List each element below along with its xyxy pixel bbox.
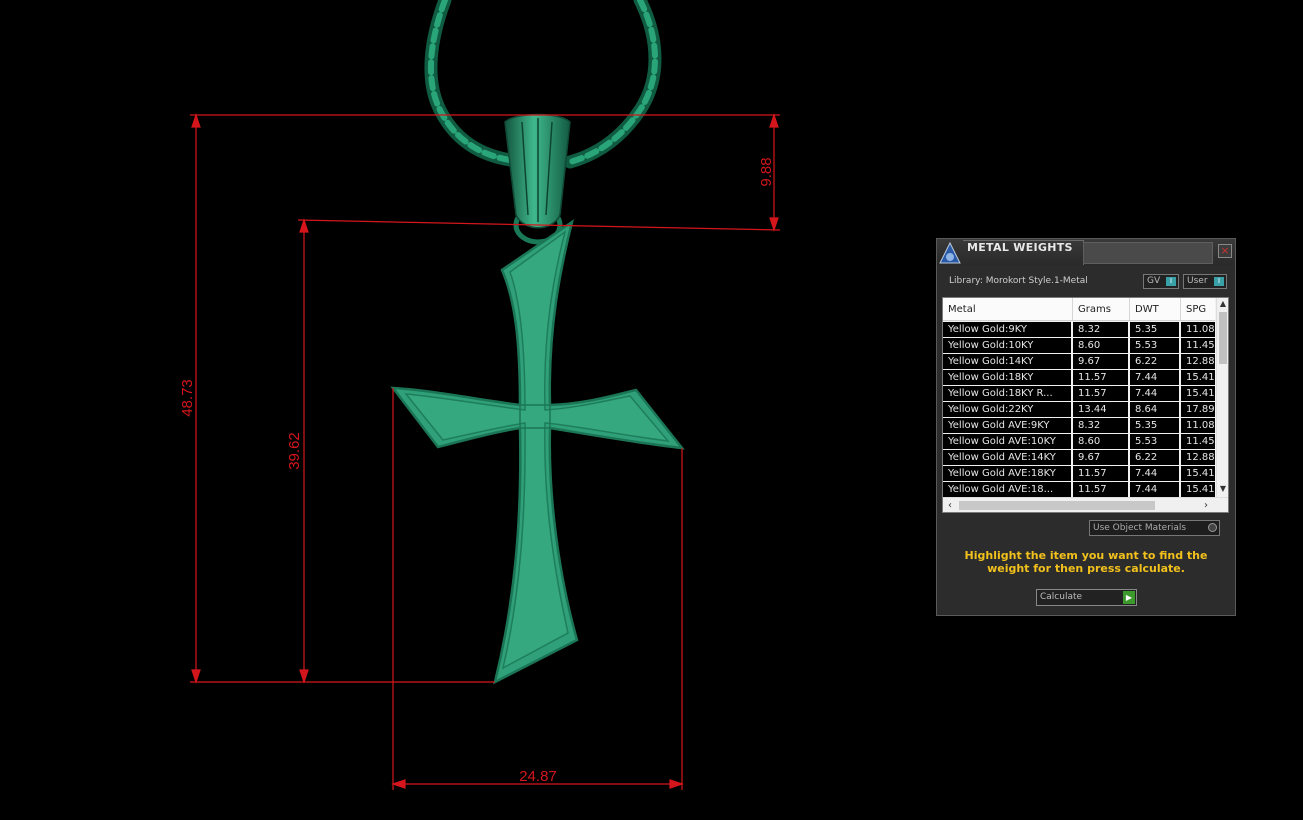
metal-cell: Yellow Gold AVE:14KY	[943, 450, 1071, 465]
grams-cell: 8.60	[1073, 338, 1128, 353]
spg-cell: 15.41	[1181, 466, 1215, 481]
scroll-down-icon[interactable]: ▼	[1217, 483, 1228, 495]
metal-cell: Yellow Gold:9KY	[943, 322, 1071, 337]
dwt-cell: 7.44	[1130, 482, 1179, 497]
table-row[interactable]: Yellow Gold:18KY R... 11.57 7.44 15.41	[943, 385, 1215, 401]
calculate-button[interactable]: Calculate ▶	[1036, 589, 1137, 606]
dwt-cell: 6.22	[1130, 354, 1179, 369]
metal-cell: Yellow Gold AVE:18KY	[943, 466, 1071, 481]
gv-toggle-label: GV	[1147, 276, 1161, 286]
spg-cell: 17.89	[1181, 402, 1215, 417]
use-object-materials-label: Use Object Materials	[1093, 523, 1187, 533]
calculate-label: Calculate	[1040, 592, 1083, 602]
toggle-knob-icon: I	[1214, 277, 1224, 286]
grams-cell: 9.67	[1073, 450, 1128, 465]
dwt-cell: 7.44	[1130, 386, 1179, 401]
column-header-metal[interactable]: Metal	[943, 298, 1073, 320]
table-row[interactable]: Yellow Gold:22KY 13.44 8.64 17.89	[943, 401, 1215, 417]
metal-cell: Yellow Gold:22KY	[943, 402, 1071, 417]
toggle-knob-icon: I	[1166, 277, 1176, 286]
table-row[interactable]: Yellow Gold AVE:18... 11.57 7.44 15.41	[943, 481, 1215, 497]
table-body: Yellow Gold:9KY 8.32 5.35 11.08 Yellow Gold:…	[943, 321, 1215, 497]
table-row[interactable]: Yellow Gold:10KY 8.60 5.53 11.45	[943, 337, 1215, 353]
user-toggle[interactable]: User I	[1183, 274, 1227, 289]
dwt-cell: 5.53	[1130, 434, 1179, 449]
dimension-cross-height: 39.62	[286, 432, 303, 470]
spg-cell: 11.45	[1181, 338, 1215, 353]
metal-cell: Yellow Gold:10KY	[943, 338, 1071, 353]
grams-cell: 11.57	[1073, 386, 1128, 401]
library-label: Library: Morokort Style.1-Metal	[949, 276, 1088, 286]
grams-cell: 9.67	[1073, 354, 1128, 369]
metal-cell: Yellow Gold AVE:18...	[943, 482, 1071, 497]
metal-cell: Yellow Gold:18KY	[943, 370, 1071, 385]
dimension-lines	[190, 113, 781, 790]
column-header-grams[interactable]: Grams	[1073, 298, 1130, 320]
column-header-spg[interactable]: SPG	[1181, 298, 1215, 320]
metal-table: Metal Grams DWT SPG Yellow Gold:9KY 8.32 5…	[942, 297, 1229, 513]
cross-pendant	[390, 219, 685, 685]
table-row[interactable]: Yellow Gold AVE:10KY 8.60 5.53 11.45	[943, 433, 1215, 449]
radio-icon[interactable]	[1208, 523, 1217, 532]
scroll-up-icon[interactable]: ▲	[1217, 298, 1228, 310]
spg-cell: 12.88	[1181, 354, 1215, 369]
dwt-cell: 8.64	[1130, 402, 1179, 417]
metal-cell: Yellow Gold AVE:9KY	[943, 418, 1071, 433]
horizontal-scrollbar[interactable]: ‹ ›	[943, 497, 1228, 512]
metal-weights-panel: METAL WEIGHTS × Library: Morokort Style.…	[936, 238, 1236, 616]
table-row[interactable]: Yellow Gold AVE:14KY 9.67 6.22 12.88	[943, 449, 1215, 465]
grams-cell: 11.57	[1073, 466, 1128, 481]
table-row[interactable]: Yellow Gold AVE:18KY 11.57 7.44 15.41	[943, 465, 1215, 481]
dwt-cell: 5.53	[1130, 338, 1179, 353]
spg-cell: 11.08	[1181, 418, 1215, 433]
bail	[504, 113, 571, 245]
dwt-cell: 6.22	[1130, 450, 1179, 465]
rhino-logo-icon	[939, 241, 961, 264]
table-row[interactable]: Yellow Gold:18KY 11.57 7.44 15.41	[943, 369, 1215, 385]
metal-cell: Yellow Gold:18KY R...	[943, 386, 1071, 401]
spg-cell: 15.41	[1181, 370, 1215, 385]
table-row[interactable]: Yellow Gold:9KY 8.32 5.35 11.08	[943, 321, 1215, 337]
spg-cell: 15.41	[1181, 386, 1215, 401]
dwt-cell: 7.44	[1130, 466, 1179, 481]
dimension-overall-height: 48.73	[179, 379, 196, 417]
help-text: Highlight the item you want to find the …	[964, 549, 1208, 575]
panel-title: METAL WEIGHTS	[967, 241, 1073, 254]
dwt-cell: 7.44	[1130, 370, 1179, 385]
grams-cell: 8.32	[1073, 418, 1128, 433]
column-header-dwt[interactable]: DWT	[1130, 298, 1181, 320]
grams-cell: 8.60	[1073, 434, 1128, 449]
panel-header[interactable]: METAL WEIGHTS ×	[937, 239, 1235, 265]
grams-cell: 13.44	[1073, 402, 1128, 417]
gv-toggle[interactable]: GV I	[1143, 274, 1179, 289]
close-icon[interactable]: ×	[1218, 244, 1232, 258]
grams-cell: 11.57	[1073, 482, 1128, 497]
table-header: Metal Grams DWT SPG	[943, 298, 1215, 321]
spg-cell: 12.88	[1181, 450, 1215, 465]
dimension-width: 24.87	[519, 768, 557, 785]
user-toggle-label: User	[1187, 276, 1208, 286]
scroll-left-icon[interactable]: ‹	[943, 498, 957, 512]
vertical-scroll-thumb[interactable]	[1219, 312, 1227, 364]
spg-cell: 15.41	[1181, 482, 1215, 497]
play-arrow-icon: ▶	[1123, 591, 1135, 604]
spg-cell: 11.08	[1181, 322, 1215, 337]
metal-cell: Yellow Gold AVE:10KY	[943, 434, 1071, 449]
metal-cell: Yellow Gold:14KY	[943, 354, 1071, 369]
scroll-right-icon[interactable]: ›	[1199, 498, 1213, 512]
use-object-materials-option[interactable]: Use Object Materials	[1089, 520, 1220, 536]
spg-cell: 11.45	[1181, 434, 1215, 449]
table-row[interactable]: Yellow Gold AVE:9KY 8.32 5.35 11.08	[943, 417, 1215, 433]
horizontal-scroll-thumb[interactable]	[959, 501, 1155, 510]
table-row[interactable]: Yellow Gold:14KY 9.67 6.22 12.88	[943, 353, 1215, 369]
dwt-cell: 5.35	[1130, 322, 1179, 337]
dimension-bail-height: 9.88	[758, 157, 775, 186]
grams-cell: 11.57	[1073, 370, 1128, 385]
grams-cell: 8.32	[1073, 322, 1128, 337]
title-bar-fill	[1083, 242, 1213, 264]
dwt-cell: 5.35	[1130, 418, 1179, 433]
vertical-scrollbar[interactable]: ▲ ▼	[1216, 298, 1228, 497]
